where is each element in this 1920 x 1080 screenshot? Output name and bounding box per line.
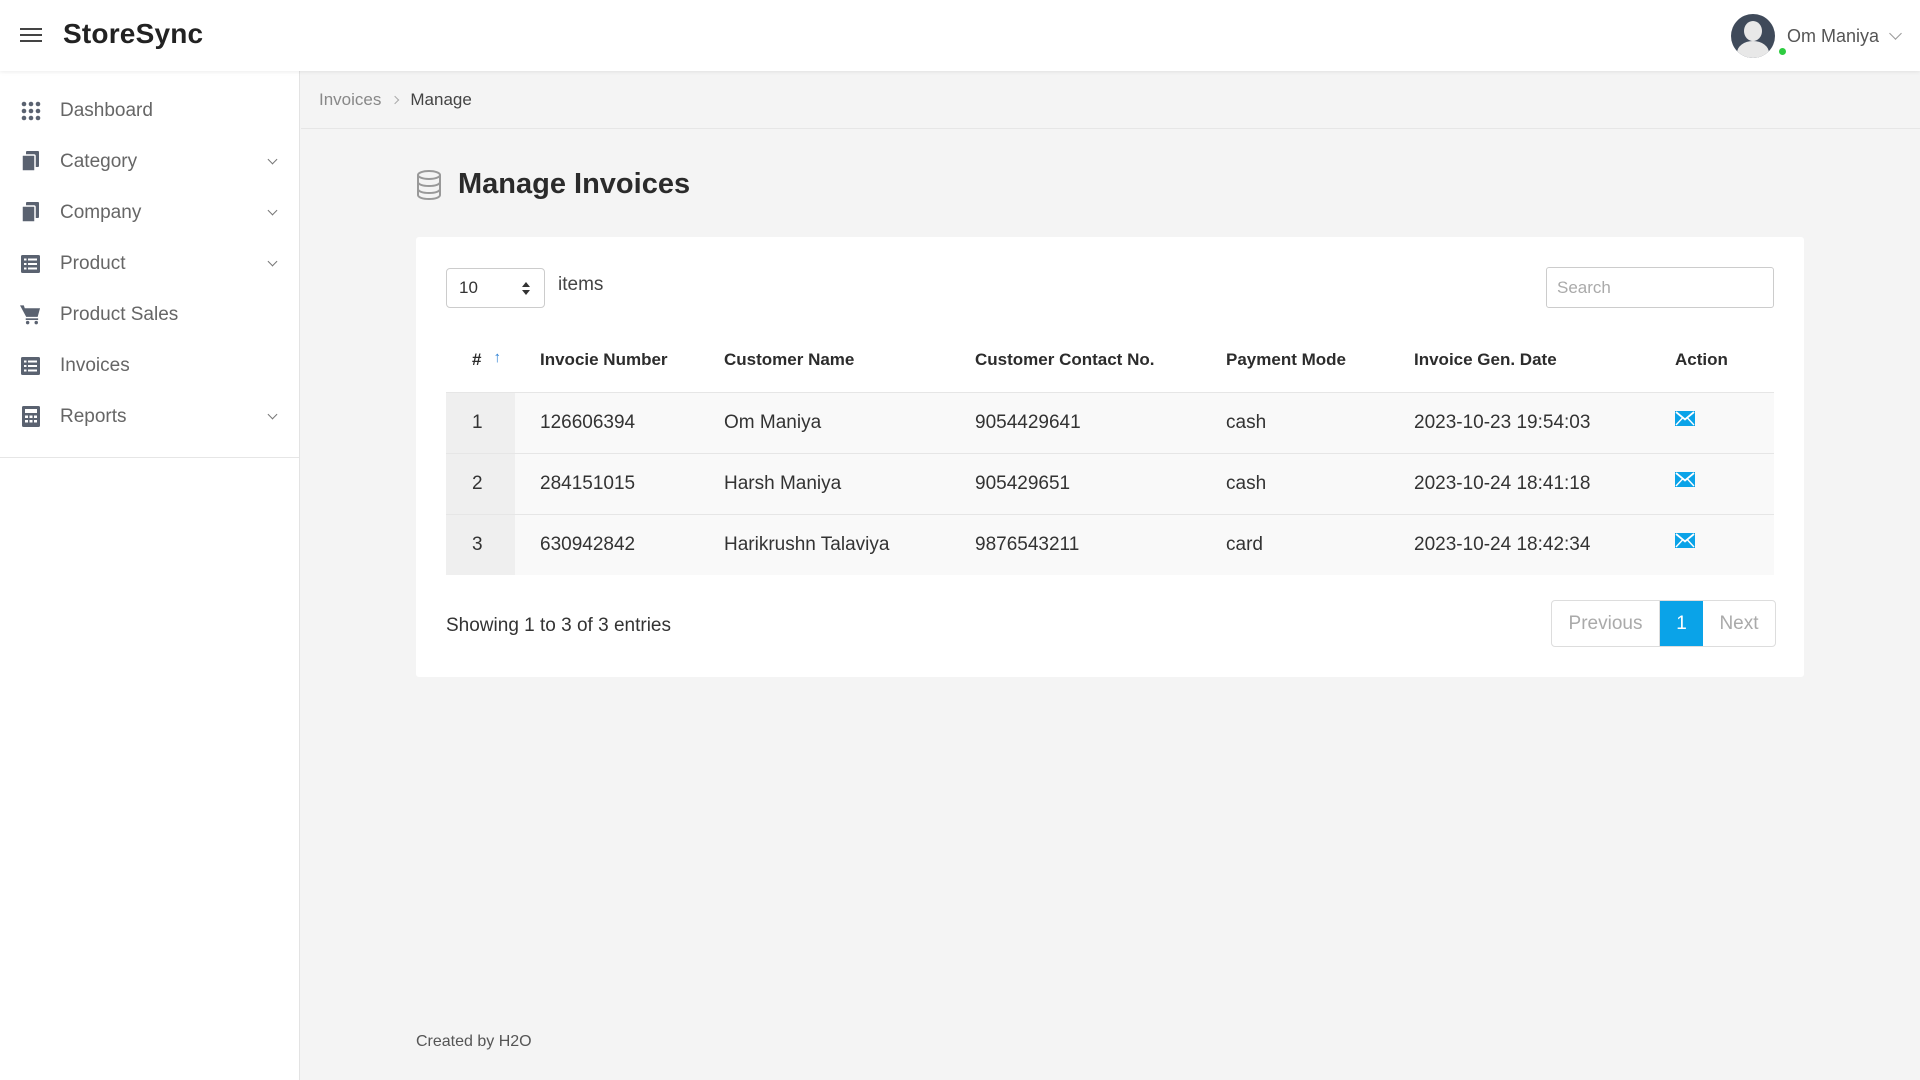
column-header-invoice-date[interactable]: Invoice Gen. Date (1389, 329, 1650, 393)
cell-number: 2 (446, 453, 515, 515)
page-length-value: 10 (459, 278, 478, 297)
cell-customer-name: Harsh Maniya (699, 453, 950, 515)
cell-contact: 905429651 (950, 453, 1201, 515)
page-title: Manage Invoices (458, 168, 691, 200)
table-row: 2 284151015 Harsh Maniya 905429651 cash … (446, 453, 1774, 515)
column-header-action[interactable]: Action (1650, 329, 1774, 393)
sidebar: Dashboard Category Company Product Produ… (0, 71, 300, 1080)
sidebar-menu: Dashboard Category Company Product Produ… (0, 71, 299, 458)
sidebar-item-invoices[interactable]: Invoices (0, 340, 299, 391)
invoices-card: 10 items #↑ Invocie Number Customer Name… (416, 237, 1804, 677)
cell-action (1650, 392, 1774, 454)
cell-number: 1 (446, 392, 515, 454)
cell-contact: 9054429641 (950, 392, 1201, 454)
sidebar-item-dashboard[interactable]: Dashboard (0, 85, 299, 136)
cell-action (1650, 453, 1774, 515)
sidebar-item-label: Invoices (60, 354, 130, 376)
chevron-right-icon (391, 95, 400, 104)
sidebar-item-label: Reports (60, 405, 127, 427)
sidebar-item-category[interactable]: Category (0, 136, 299, 187)
avatar (1730, 14, 1788, 58)
table-info: Showing 1 to 3 of 3 entries (446, 615, 671, 636)
page-1-button[interactable]: 1 (1660, 601, 1703, 646)
list-icon (20, 253, 41, 274)
chevron-down-icon (267, 256, 278, 267)
hamburger-menu-icon[interactable] (20, 28, 42, 44)
cell-payment-mode: card (1201, 514, 1389, 575)
sidebar-item-label: Category (60, 150, 138, 172)
cell-invoice-date: 2023-10-24 18:42:34 (1389, 514, 1650, 575)
chevron-down-icon (1889, 27, 1902, 40)
top-header: StoreSync Om Maniya (0, 0, 1920, 71)
sidebar-item-label: Product (60, 252, 126, 274)
select-arrows-icon (522, 282, 530, 295)
next-page-button[interactable]: Next (1703, 601, 1775, 646)
footer-credit: Created by H2O (416, 1033, 532, 1050)
sidebar-item-label: Dashboard (60, 99, 153, 121)
cell-invoice-date: 2023-10-24 18:41:18 (1389, 453, 1650, 515)
sidebar-item-product-sales[interactable]: Product Sales (0, 289, 299, 340)
column-header-contact[interactable]: Customer Contact No. (950, 329, 1201, 393)
list-icon (20, 355, 41, 376)
cell-invoice-number: 126606394 (515, 392, 699, 454)
sidebar-item-label: Product Sales (60, 303, 179, 325)
breadcrumb-current: Manage (410, 89, 472, 109)
mail-icon[interactable] (1675, 532, 1695, 548)
sort-ascending-icon: ↑ (493, 349, 501, 367)
cell-customer-name: Harikrushn Talaviya (699, 514, 950, 575)
online-status-icon (1776, 46, 1788, 57)
table-row: 3 630942842 Harikrushn Talaviya 98765432… (446, 514, 1774, 575)
user-name: Om Maniya (1786, 25, 1879, 46)
column-header-payment-mode[interactable]: Payment Mode (1201, 329, 1389, 393)
column-header-number[interactable]: # ↑ (446, 329, 515, 393)
chevron-down-icon (267, 154, 278, 165)
previous-page-button[interactable]: Previous (1552, 601, 1660, 646)
table-row: 1 126606394 Om Maniya 9054429641 cash 20… (446, 392, 1774, 454)
cell-invoice-date: 2023-10-23 19:54:03 (1389, 392, 1650, 454)
cart-icon (20, 304, 41, 325)
sidebar-item-label: Company (60, 201, 142, 223)
chevron-down-icon (267, 205, 278, 216)
cell-contact: 9876543211 (950, 514, 1201, 575)
page-header: Manage Invoices (416, 168, 690, 201)
breadcrumb: Invoices Manage (301, 71, 1920, 129)
breadcrumb-link-invoices[interactable]: Invoices (319, 90, 381, 110)
chevron-down-icon (267, 409, 278, 420)
pagination: Previous 1 Next (1551, 600, 1776, 647)
column-header-invoice-number[interactable]: Invocie Number (515, 329, 699, 393)
search-input[interactable] (1546, 267, 1774, 308)
sidebar-item-company[interactable]: Company (0, 187, 299, 238)
invoices-table: # ↑ Invocie Number Customer Name Customer… (446, 329, 1774, 575)
cell-action (1650, 514, 1774, 575)
calculator-icon (20, 406, 41, 427)
column-header-customer-name[interactable]: Customer Name (699, 329, 950, 393)
mail-icon[interactable] (1675, 410, 1695, 426)
cell-payment-mode: cash (1201, 453, 1389, 515)
grid-icon (20, 100, 41, 121)
table-header-row: # ↑ Invocie Number Customer Name Customer… (446, 329, 1774, 393)
sidebar-item-reports[interactable]: Reports (0, 391, 299, 442)
page-length-label: items (558, 274, 604, 295)
cell-payment-mode: cash (1201, 392, 1389, 454)
app-brand[interactable]: StoreSync (63, 18, 203, 50)
page-length-select[interactable]: 10 (446, 268, 545, 308)
user-menu[interactable]: Om Maniya (1730, 14, 1902, 58)
database-icon (417, 169, 441, 200)
files-icon (20, 202, 41, 223)
mail-icon[interactable] (1675, 471, 1695, 487)
cell-number: 3 (446, 514, 515, 575)
sidebar-item-product[interactable]: Product (0, 238, 299, 289)
cell-invoice-number: 284151015 (515, 453, 699, 515)
files-icon (20, 151, 41, 172)
cell-customer-name: Om Maniya (699, 392, 950, 454)
cell-invoice-number: 630942842 (515, 514, 699, 575)
